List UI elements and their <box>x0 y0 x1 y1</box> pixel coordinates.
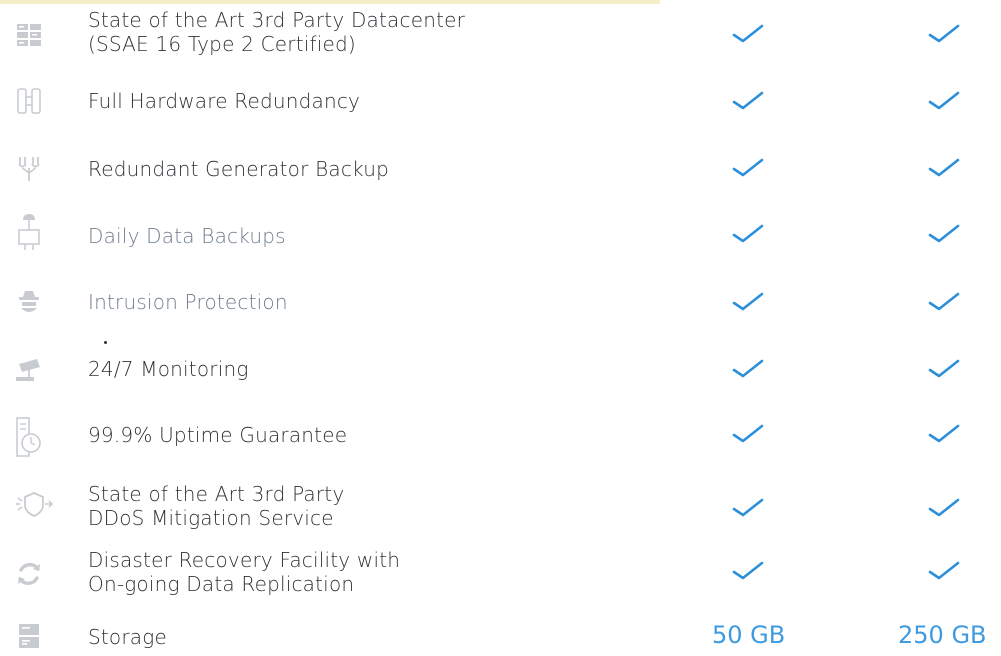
feature-comparison-table: State of the Art 3rd Party Datacenter (S… <box>0 0 1001 656</box>
plan-a-check-icon <box>731 222 765 246</box>
plan-b-check-icon <box>927 290 961 314</box>
feature-label: State of the Art 3rd Party Datacenter (S… <box>88 8 466 56</box>
feature-label: Intrusion Protection <box>88 290 288 314</box>
stray-dot <box>104 341 107 344</box>
feature-label: Full Hardware Redundancy <box>88 89 361 113</box>
feature-label: Redundant Generator Backup <box>88 157 389 181</box>
plan-a-check-icon <box>731 357 765 381</box>
feature-label: 99.9% Uptime Guarantee <box>88 423 348 447</box>
plan-b-check-icon <box>927 422 961 446</box>
feature-row-intrusion-protection: Intrusion Protection <box>0 286 1001 322</box>
plan-b-check-icon <box>927 357 961 381</box>
feature-label: Daily Data Backups <box>88 224 286 248</box>
cloud-backup-icon <box>14 210 44 254</box>
datacenter-icon <box>14 21 44 49</box>
plan-a-check-icon <box>731 156 765 180</box>
plan-a-storage-value: 50 GB <box>712 621 786 649</box>
plan-b-check-icon <box>927 222 961 246</box>
security-camera-icon <box>14 356 44 384</box>
feature-label: 24/7 Monitoring <box>88 357 249 381</box>
uptime-icon <box>14 416 44 460</box>
plan-a-check-icon <box>731 290 765 314</box>
feature-row-hardware-redundancy: Full Hardware Redundancy <box>0 84 1001 120</box>
feature-row-uptime: 99.9% Uptime Guarantee <box>0 416 1001 460</box>
plan-b-check-icon <box>927 156 961 180</box>
generator-icon <box>14 155 44 183</box>
plan-b-storage-value: 250 GB <box>898 621 987 649</box>
plan-b-check-icon <box>927 559 961 583</box>
plan-a-check-icon <box>731 422 765 446</box>
feature-row-datacenter: State of the Art 3rd Party Datacenter (S… <box>0 6 1001 62</box>
intruder-icon <box>14 288 44 316</box>
feature-label: State of the Art 3rd Party DDoS Mitigati… <box>88 482 345 530</box>
feature-row-storage: Storage 50 GB 250 GB <box>0 616 1001 656</box>
storage-label: Storage <box>88 625 167 649</box>
plan-a-check-icon <box>731 22 765 46</box>
plan-b-check-icon <box>927 89 961 113</box>
feature-row-daily-backups: Daily Data Backups <box>0 214 1001 258</box>
feature-row-generator: Redundant Generator Backup <box>0 152 1001 188</box>
storage-drive-icon <box>14 622 44 650</box>
feature-row-monitoring: 24/7 Monitoring <box>0 352 1001 388</box>
plan-a-check-icon <box>731 559 765 583</box>
hardware-redundancy-icon <box>14 87 44 115</box>
plan-b-check-icon <box>927 22 961 46</box>
ddos-shield-icon <box>14 490 54 518</box>
plan-a-check-icon <box>731 496 765 520</box>
plan-b-check-icon <box>927 496 961 520</box>
plan-a-check-icon <box>731 89 765 113</box>
recovery-cycle-icon <box>14 560 44 588</box>
feature-label: Disaster Recovery Facility with On-going… <box>88 548 401 596</box>
feature-row-ddos: State of the Art 3rd Party DDoS Mitigati… <box>0 480 1001 536</box>
feature-row-disaster-recovery: Disaster Recovery Facility with On-going… <box>0 546 1001 602</box>
